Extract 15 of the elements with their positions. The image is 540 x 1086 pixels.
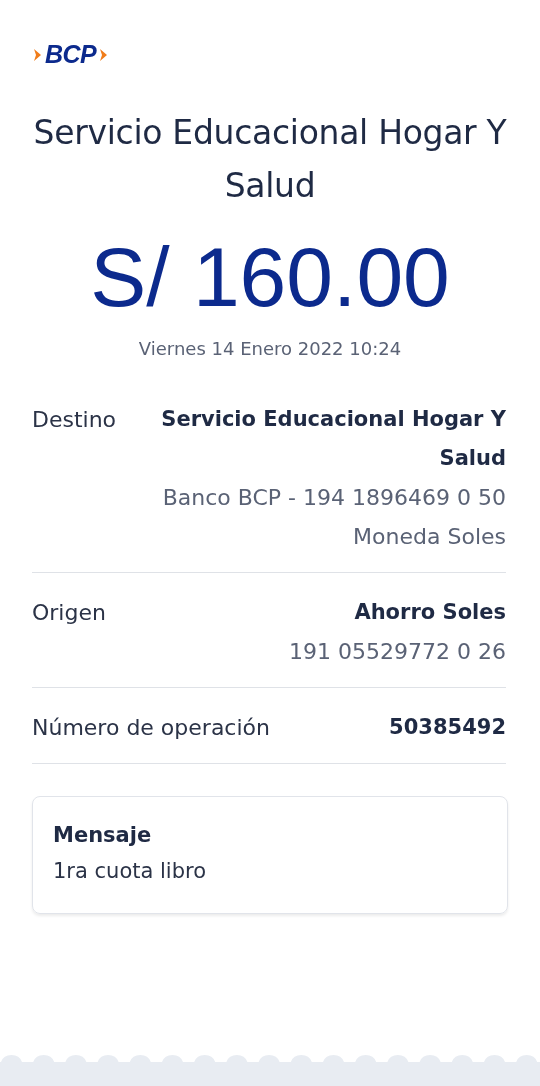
detail-value: Servicio Educacional Hogar Y Salud	[160, 406, 506, 473]
transaction-date: Viernes 14 Enero 2022 10:24	[137, 337, 403, 362]
detail-label: Destino	[32, 406, 117, 435]
detail-value: Ahorro Soles	[354, 599, 506, 627]
amount: S/ 160.00	[89, 228, 451, 326]
detail-value: Banco BCP - 194 1896469 0 50	[162, 484, 506, 513]
detail-value: Moneda Soles	[353, 523, 506, 552]
message-title: Mensaje	[53, 822, 153, 850]
detail-label: Número de operación	[32, 714, 270, 743]
message-text: 1ra cuota libro	[53, 858, 208, 886]
detail-value: 191 05529772 0 26	[289, 638, 506, 667]
detail-label: Origen	[32, 599, 106, 628]
payee-title: Servicio Educacional Hogar Y Salud	[32, 112, 508, 207]
detail-value: 50385492	[389, 714, 506, 742]
logo-text: BCP	[45, 42, 97, 67]
